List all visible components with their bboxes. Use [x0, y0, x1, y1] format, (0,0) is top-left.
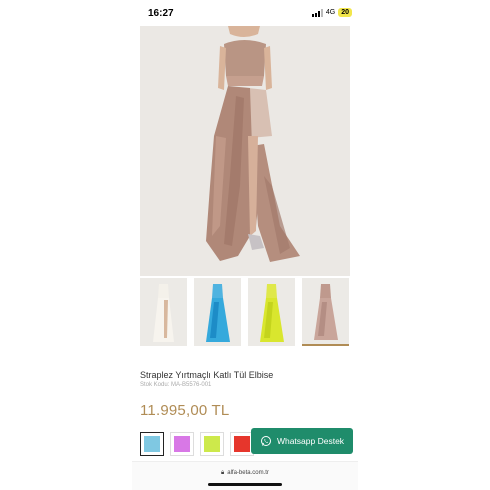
swatch-lime-fill	[204, 436, 220, 452]
url-text: alfa-beta.com.tr	[227, 470, 269, 476]
status-time: 16:27	[148, 8, 174, 19]
thumbnail-blue[interactable]	[194, 278, 241, 346]
swatch-pink[interactable]	[170, 432, 194, 456]
sku-value: MA-B5576-001	[171, 382, 212, 388]
lock-icon: 🔒︎	[221, 470, 225, 476]
battery-icon: 20	[338, 8, 352, 17]
swatch-blue-fill	[144, 436, 160, 452]
whatsapp-icon	[260, 436, 271, 446]
product-sku: Stok Kodu: MA-B5576-001	[140, 382, 211, 388]
thumbnail-white[interactable]	[140, 278, 187, 346]
swatch-lime[interactable]	[200, 432, 224, 456]
swatch-red-fill	[234, 436, 250, 452]
phone-screen: 16:27 4G 20 Straplez Yırtmaçlı Katlı Tül…	[132, 0, 358, 490]
home-indicator[interactable]	[208, 483, 282, 486]
thumbnail-strip	[140, 278, 352, 348]
thumbnail-rose[interactable]	[302, 278, 349, 346]
whatsapp-support-button[interactable]: Whatsapp Destek	[251, 428, 353, 454]
product-title: Straplez Yırtmaçlı Katlı Tül Elbise	[140, 370, 274, 380]
url-display: 🔒︎ alfa-beta.com.tr	[132, 470, 358, 477]
network-type: 4G	[325, 9, 336, 16]
thumbnail-blue-image	[194, 278, 241, 346]
thumbnail-white-image	[140, 278, 187, 346]
signal-icon	[311, 8, 323, 17]
whatsapp-label: Whatsapp Destek	[276, 436, 345, 446]
thumbnail-lime[interactable]	[248, 278, 295, 346]
dress-illustration	[140, 26, 350, 276]
swatch-pink-fill	[174, 436, 190, 452]
product-price: 11.995,00 TL	[140, 402, 230, 419]
sku-label: Stok Kodu:	[140, 382, 170, 388]
product-main-image[interactable]	[140, 26, 350, 276]
browser-address-bar[interactable]: 🔒︎ alfa-beta.com.tr	[132, 461, 358, 490]
swatch-blue[interactable]	[140, 432, 164, 456]
status-bar: 16:27 4G 20	[132, 0, 358, 26]
status-icons: 4G 20	[311, 8, 352, 17]
thumbnail-rose-image	[302, 278, 349, 344]
thumbnail-lime-image	[248, 278, 295, 346]
